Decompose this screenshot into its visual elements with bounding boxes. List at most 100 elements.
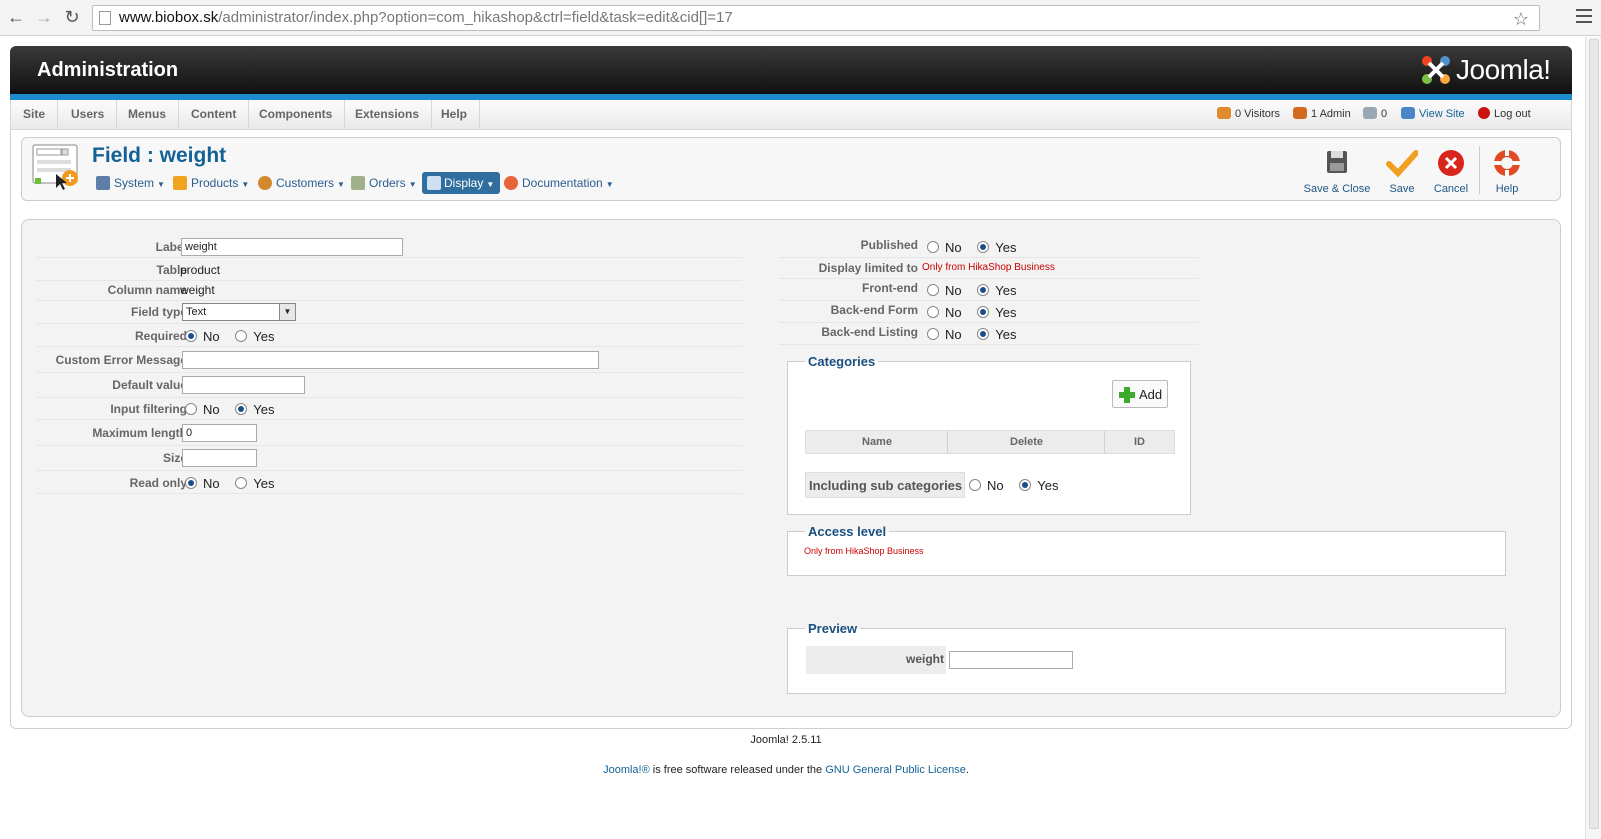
published-yes-radio[interactable] — [977, 241, 990, 253]
field-type-select[interactable]: Text ▼ — [182, 303, 296, 321]
messages-icon — [1363, 107, 1377, 119]
back-end-form-yes-radio[interactable] — [977, 306, 990, 318]
including-sub-no-radio[interactable] — [969, 479, 981, 491]
forward-arrow-icon[interactable]: → — [34, 7, 54, 27]
menu-site[interactable]: Site — [11, 100, 59, 129]
save-close-button[interactable]: Save & Close — [1302, 148, 1372, 198]
admin-icon — [1293, 107, 1307, 119]
back-arrow-icon[interactable]: ← — [6, 7, 26, 27]
preview-label-cell: weight — [806, 646, 946, 674]
including-sub-radio-group: No Yes — [969, 478, 1070, 493]
front-end-label: Front-end — [862, 281, 918, 295]
lifebuoy-small-icon — [504, 176, 518, 190]
row-field-type: Field type Text ▼ — [36, 300, 742, 324]
view-site-link[interactable]: View Site — [1401, 100, 1465, 129]
status-visitors: 0 Visitors — [1217, 100, 1280, 129]
admin-header: Administration Joomla! — [10, 46, 1572, 100]
default-value-input[interactable] — [182, 376, 305, 394]
logout-icon — [1478, 107, 1490, 119]
input-filtering-yes-radio[interactable] — [235, 403, 248, 415]
hika-menu-customers[interactable]: Customers ▼ — [258, 172, 345, 194]
box-icon — [173, 176, 187, 190]
radio-yes-label: Yes — [253, 476, 275, 491]
orders-icon — [351, 176, 365, 190]
menu-menus[interactable]: Menus — [116, 100, 180, 129]
preview-field-input[interactable] — [949, 651, 1073, 669]
menu-users[interactable]: Users — [59, 100, 118, 129]
menu-extensions[interactable]: Extensions — [343, 100, 433, 129]
max-length-input[interactable]: 0 — [182, 424, 257, 442]
status-admins: 1 Admin — [1293, 100, 1351, 129]
address-bar[interactable]: www.biobox.sk/administrator/index.php?op… — [92, 5, 1540, 31]
read-only-yes-radio[interactable] — [235, 477, 248, 489]
read-only-no-radio[interactable] — [185, 477, 197, 489]
reload-icon[interactable]: ↻ — [62, 7, 82, 27]
display-limited-label: Display limited to — [818, 261, 918, 275]
status-messages[interactable]: 0 — [1363, 100, 1387, 129]
help-button[interactable]: Help — [1488, 148, 1526, 198]
row-back-end-form: Back-end Form No Yes — [779, 301, 1199, 323]
row-column-name: Column name weight — [36, 279, 742, 301]
custom-error-input[interactable] — [182, 351, 599, 369]
joomla-logo[interactable]: Joomla! — [1420, 54, 1558, 86]
including-sub-label-cell: Including sub categories — [805, 472, 965, 498]
customers-icon — [258, 176, 272, 190]
label-input[interactable]: weight — [181, 238, 403, 256]
hika-menu-system[interactable]: System ▼ — [96, 172, 165, 194]
radio-yes-label: Yes — [995, 305, 1017, 320]
required-yes-radio[interactable] — [235, 330, 248, 342]
back-end-listing-no-radio[interactable] — [927, 328, 939, 340]
radio-no-label: No — [945, 283, 962, 298]
published-label: Published — [860, 238, 918, 252]
gpl-link[interactable]: GNU General Public License — [825, 764, 966, 776]
admin-menubar: Site Users Menus Content Components Exte… — [10, 100, 1572, 130]
row-published: Published No Yes — [779, 236, 1199, 258]
field-edit-icon — [32, 144, 78, 190]
required-label: Required — [134, 329, 187, 343]
add-puzzle-icon — [1119, 387, 1135, 403]
license-text: is free software released under the — [649, 764, 826, 776]
radio-yes-label: Yes — [995, 283, 1017, 298]
lifebuoy-icon — [1494, 150, 1520, 176]
hika-menu-documentation[interactable]: Documentation ▼ — [504, 172, 614, 194]
including-sub-yes-radio[interactable] — [1019, 479, 1032, 491]
floppy-disk-icon — [1327, 151, 1347, 173]
back-end-form-no-radio[interactable] — [927, 306, 939, 318]
cancel-label: Cancel — [1433, 183, 1469, 195]
hika-menu-display[interactable]: Display ▼ — [422, 172, 501, 194]
front-end-yes-radio[interactable] — [977, 284, 990, 296]
hika-menu-products[interactable]: Products ▼ — [173, 172, 249, 194]
menu-components[interactable]: Components — [247, 100, 346, 129]
scrollbar-thumb[interactable] — [1589, 39, 1599, 829]
menu-help[interactable]: Help — [429, 100, 481, 129]
hika-menu-orders[interactable]: Orders ▼ — [351, 172, 417, 194]
required-no-radio[interactable] — [185, 330, 197, 342]
logout-link[interactable]: Log out — [1478, 100, 1531, 129]
row-custom-error: Custom Error Message — [36, 349, 742, 373]
cancel-button[interactable]: Cancel — [1430, 148, 1472, 198]
field-form: Label weight Table product Column name w… — [21, 219, 1561, 717]
toolbar-separator — [1479, 146, 1480, 194]
save-button[interactable]: Save — [1382, 148, 1422, 198]
radio-yes-label: Yes — [253, 402, 275, 417]
radio-yes-label: Yes — [995, 327, 1017, 342]
front-end-no-radio[interactable] — [927, 284, 939, 296]
browser-menu-icon[interactable] — [1576, 9, 1592, 27]
input-filtering-no-radio[interactable] — [185, 403, 197, 415]
row-required: Required No Yes — [36, 325, 742, 347]
access-level-legend: Access level — [808, 524, 887, 539]
radio-no-label: No — [945, 305, 962, 320]
size-input[interactable] — [182, 449, 257, 467]
menu-content[interactable]: Content — [179, 100, 250, 129]
page-scrollbar[interactable] — [1585, 37, 1601, 839]
back-end-listing-yes-radio[interactable] — [977, 328, 990, 340]
joomla-link[interactable]: Joomla!® — [603, 764, 650, 776]
published-no-radio[interactable] — [927, 241, 939, 253]
add-category-button[interactable]: Add — [1112, 380, 1168, 408]
default-value-label: Default value — [112, 378, 187, 392]
field-type-value: Text — [186, 306, 207, 318]
bookmark-star-icon[interactable]: ☆ — [1513, 7, 1529, 30]
column-name-label: Column name — [107, 283, 187, 297]
column-name-value: weight — [180, 283, 215, 297]
url-host: www.biobox.sk — [119, 9, 219, 26]
